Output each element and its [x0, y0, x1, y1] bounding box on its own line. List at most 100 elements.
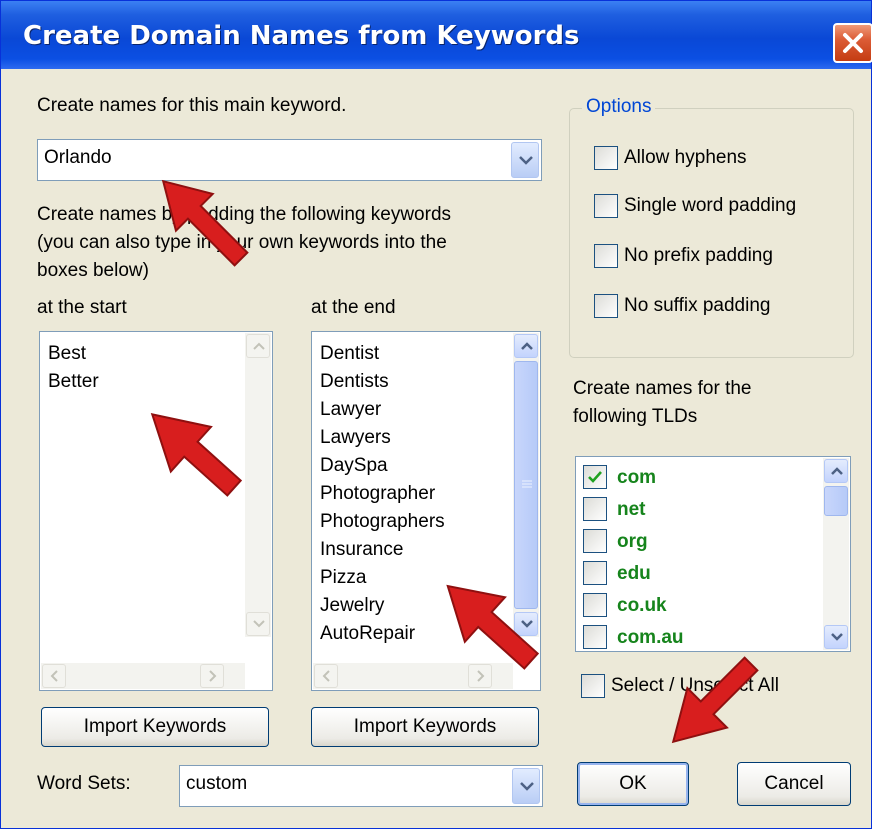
word-sets-combobox[interactable]: custom	[179, 765, 543, 807]
padding-help-line-3: boxes below)	[37, 260, 149, 281]
list-item[interactable]: Lawyer	[320, 396, 445, 424]
list-item[interactable]: Photographers	[320, 508, 445, 536]
select-all-checkbox[interactable]: Select / Unselect All	[581, 674, 841, 700]
checkbox-box[interactable]	[583, 593, 607, 617]
list-item[interactable]: DaySpa	[320, 452, 445, 480]
chevron-right-icon	[209, 670, 217, 682]
list-item[interactable]: Pizza	[320, 564, 445, 592]
chevron-down-icon	[521, 620, 533, 628]
tld-item-co-uk[interactable]: co.uk	[583, 593, 813, 619]
tld-item-com[interactable]: com	[583, 465, 813, 491]
checkbox-box[interactable]	[583, 497, 607, 521]
checkbox-label: Allow hyphens	[624, 147, 747, 168]
checkbox-box[interactable]	[583, 465, 607, 489]
cancel-button[interactable]: Cancel	[737, 762, 851, 806]
checkbox-box[interactable]	[581, 674, 605, 698]
word-sets-label: Word Sets:	[37, 773, 131, 794]
main-keyword-combobox[interactable]: Orlando	[37, 139, 542, 181]
chevron-left-icon	[322, 670, 330, 682]
scroll-left-button[interactable]	[314, 664, 338, 688]
word-sets-value: custom	[186, 773, 248, 794]
word-sets-dropdown-button[interactable]	[512, 768, 540, 804]
tld-label-line-2: following TLDs	[573, 406, 698, 427]
no-suffix-padding-checkbox[interactable]: No suffix padding	[594, 294, 834, 320]
checkbox-box[interactable]	[583, 561, 607, 585]
chevron-down-icon	[253, 620, 265, 628]
checkbox-box[interactable]	[594, 294, 618, 318]
close-button[interactable]	[833, 23, 872, 63]
allow-hyphens-checkbox[interactable]: Allow hyphens	[594, 146, 834, 172]
list-item[interactable]: Best	[48, 340, 99, 368]
import-keywords-start-button[interactable]: Import Keywords	[41, 707, 269, 747]
checkbox-box[interactable]	[594, 194, 618, 218]
tld-label: net	[617, 499, 646, 520]
checkbox-box[interactable]	[583, 529, 607, 553]
end-list-vertical-scrollbar[interactable]	[513, 333, 539, 637]
list-item[interactable]: AutoRepair	[320, 620, 445, 648]
list-item[interactable]: Dentists	[320, 368, 445, 396]
single-word-padding-checkbox[interactable]: Single word padding	[594, 194, 834, 220]
checkbox-label: No suffix padding	[624, 295, 771, 316]
scroll-down-button[interactable]	[824, 625, 848, 649]
scroll-down-button[interactable]	[246, 612, 270, 636]
tld-item-com-au[interactable]: com.au	[583, 625, 813, 651]
scroll-left-button[interactable]	[42, 664, 66, 688]
tld-label: edu	[617, 563, 651, 584]
end-list-label: at the end	[311, 297, 396, 318]
checkbox-box[interactable]	[583, 625, 607, 649]
scroll-thumb[interactable]	[514, 361, 538, 609]
chevron-left-icon	[50, 670, 58, 682]
chevron-up-icon	[831, 467, 843, 475]
tld-label: com.au	[617, 627, 684, 648]
end-list-horizontal-scrollbar[interactable]	[313, 663, 513, 689]
chevron-down-icon	[520, 782, 534, 791]
window-title: Create Domain Names from Keywords	[23, 21, 580, 51]
arrow-annotation-icon	[671, 656, 759, 744]
list-item[interactable]: Dentist	[320, 340, 445, 368]
scroll-right-button[interactable]	[200, 664, 224, 688]
list-item[interactable]: Jewelry	[320, 592, 445, 620]
padding-help-line-2: (you can also type in your own keywords …	[37, 232, 447, 253]
chevron-right-icon	[477, 670, 485, 682]
tld-item-org[interactable]: org	[583, 529, 813, 555]
no-prefix-padding-checkbox[interactable]: No prefix padding	[594, 244, 834, 270]
button-label: Cancel	[764, 773, 824, 794]
list-item[interactable]: Insurance	[320, 536, 445, 564]
list-item[interactable]: Photographer	[320, 480, 445, 508]
button-label: OK	[619, 773, 647, 794]
list-item[interactable]: Better	[48, 368, 99, 396]
scroll-up-button[interactable]	[246, 334, 270, 358]
chevron-down-icon	[519, 156, 533, 165]
tld-vertical-scrollbar[interactable]	[823, 458, 849, 650]
close-icon	[843, 33, 863, 53]
scroll-right-button[interactable]	[468, 664, 492, 688]
ok-button[interactable]: OK	[577, 762, 689, 806]
tld-label: org	[617, 531, 648, 552]
scroll-up-button[interactable]	[824, 459, 848, 483]
checkbox-label: Select / Unselect All	[611, 675, 779, 696]
checkbox-box[interactable]	[594, 244, 618, 268]
scroll-down-button[interactable]	[514, 612, 538, 636]
import-keywords-end-button[interactable]: Import Keywords	[311, 707, 539, 747]
start-list-vertical-scrollbar[interactable]	[245, 333, 271, 637]
checkbox-box[interactable]	[594, 146, 618, 170]
start-keywords-listbox[interactable]: Best Better	[39, 331, 273, 691]
dialog-window: Create Domain Names from Keywords Create…	[0, 0, 872, 829]
chevron-up-icon	[521, 342, 533, 350]
start-list-horizontal-scrollbar[interactable]	[41, 663, 245, 689]
checkmark-icon	[588, 471, 602, 483]
end-keywords-listbox[interactable]: Dentist Dentists Lawyer Lawyers DaySpa P…	[311, 331, 541, 691]
scroll-up-button[interactable]	[514, 334, 538, 358]
tld-item-edu[interactable]: edu	[583, 561, 813, 587]
title-bar[interactable]: Create Domain Names from Keywords	[1, 1, 872, 69]
tld-item-net[interactable]: net	[583, 497, 813, 523]
chevron-down-icon	[831, 633, 843, 641]
scroll-thumb[interactable]	[824, 486, 848, 516]
tld-listbox[interactable]: com net org edu co.uk com.au	[575, 456, 851, 652]
tld-label-line-1: Create names for the	[573, 378, 752, 399]
tld-label: com	[617, 467, 657, 488]
main-keyword-label: Create names for this main keyword.	[37, 95, 347, 116]
options-legend: Options	[582, 96, 656, 118]
list-item[interactable]: Lawyers	[320, 424, 445, 452]
main-keyword-dropdown-button[interactable]	[511, 142, 539, 178]
